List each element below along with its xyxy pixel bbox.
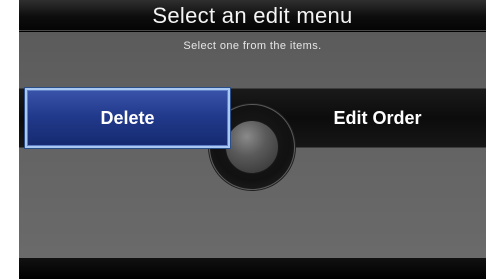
knob-center [225, 120, 279, 174]
instruction-text: Select one from the items. [183, 40, 322, 52]
delete-button[interactable]: Delete [25, 88, 230, 148]
screen-title: Select an edit menu [152, 3, 353, 28]
edit-order-button[interactable]: Edit Order [275, 88, 480, 148]
nav-screen: Select an edit menu Select one from the … [19, 0, 486, 279]
edit-order-button-label: Edit Order [333, 107, 422, 128]
bottom-bar [19, 258, 486, 279]
content-area: Select one from the items. Delete Edit O… [19, 32, 486, 258]
title-bar: Select an edit menu [19, 0, 486, 31]
delete-button-label: Delete [100, 107, 155, 128]
